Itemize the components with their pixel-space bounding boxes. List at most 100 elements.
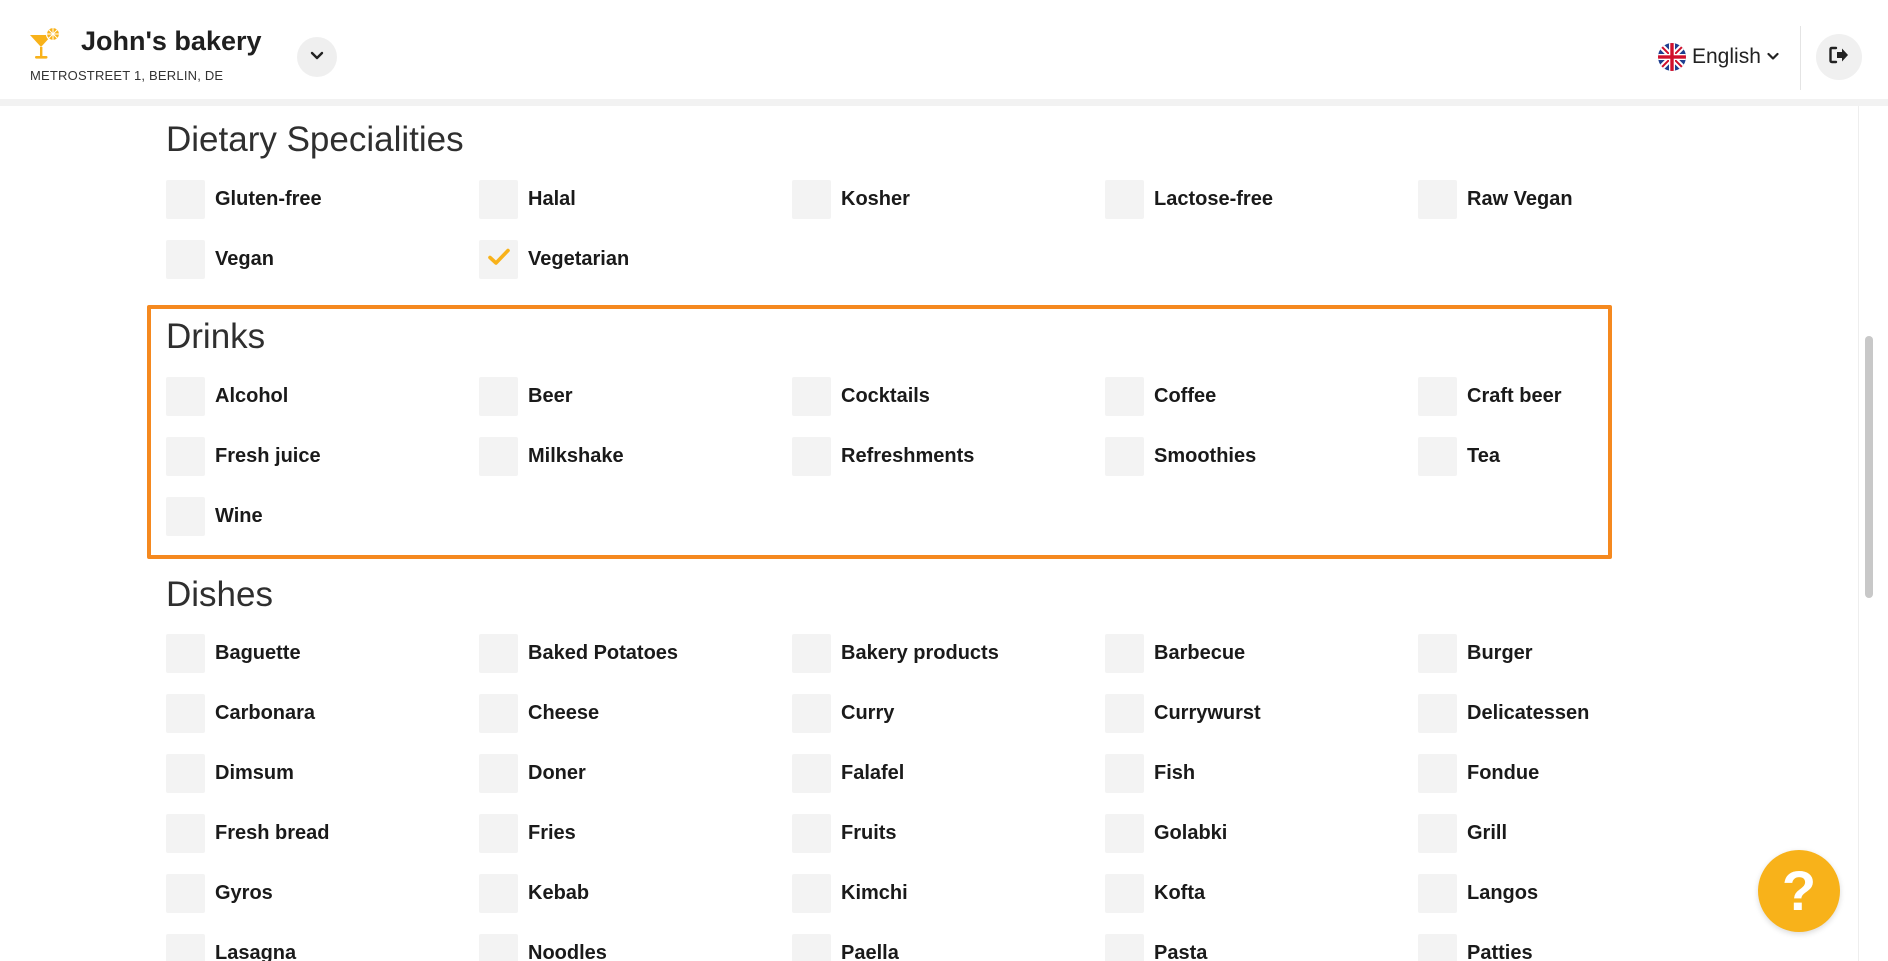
- option-baguette[interactable]: Baguette: [166, 634, 301, 673]
- language-selector[interactable]: English: [1658, 43, 1779, 71]
- logout-button[interactable]: [1816, 34, 1862, 80]
- option-noodles[interactable]: Noodles: [479, 934, 607, 961]
- option-lasagna[interactable]: Lasagna: [166, 934, 296, 961]
- option-baked-potatoes[interactable]: Baked Potatoes: [479, 634, 678, 673]
- option-fish[interactable]: Fish: [1105, 754, 1195, 793]
- option-alcohol[interactable]: Alcohol: [166, 377, 288, 416]
- option-cheese[interactable]: Cheese: [479, 694, 599, 733]
- checkbox-tea[interactable]: [1418, 437, 1457, 476]
- option-tea[interactable]: Tea: [1418, 437, 1500, 476]
- option-langos[interactable]: Langos: [1418, 874, 1538, 913]
- option-golabki[interactable]: Golabki: [1105, 814, 1227, 853]
- checkbox-coffee[interactable]: [1105, 377, 1144, 416]
- option-fruits[interactable]: Fruits: [792, 814, 897, 853]
- option-burger[interactable]: Burger: [1418, 634, 1533, 673]
- checkbox-burger[interactable]: [1418, 634, 1457, 673]
- checkbox-fish[interactable]: [1105, 754, 1144, 793]
- option-refreshments[interactable]: Refreshments: [792, 437, 974, 476]
- checkbox-raw-vegan[interactable]: [1418, 180, 1457, 219]
- option-falafel[interactable]: Falafel: [792, 754, 904, 793]
- checkbox-wine[interactable]: [166, 497, 205, 536]
- checkbox-pasta[interactable]: [1105, 934, 1144, 961]
- checkbox-kimchi[interactable]: [792, 874, 831, 913]
- checkbox-kebab[interactable]: [479, 874, 518, 913]
- option-vegetarian[interactable]: Vegetarian: [479, 240, 629, 279]
- option-beer[interactable]: Beer: [479, 377, 572, 416]
- checkbox-carbonara[interactable]: [166, 694, 205, 733]
- scrollbar-thumb[interactable]: [1865, 336, 1873, 598]
- checkbox-baguette[interactable]: [166, 634, 205, 673]
- checkbox-baked-potatoes[interactable]: [479, 634, 518, 673]
- option-fondue[interactable]: Fondue: [1418, 754, 1539, 793]
- option-paella[interactable]: Paella: [792, 934, 899, 961]
- checkbox-barbecue[interactable]: [1105, 634, 1144, 673]
- option-curry[interactable]: Curry: [792, 694, 894, 733]
- checkbox-golabki[interactable]: [1105, 814, 1144, 853]
- checkbox-falafel[interactable]: [792, 754, 831, 793]
- checkbox-gluten-free[interactable]: [166, 180, 205, 219]
- checkbox-doner[interactable]: [479, 754, 518, 793]
- checkbox-kofta[interactable]: [1105, 874, 1144, 913]
- option-wine[interactable]: Wine: [166, 497, 263, 536]
- checkbox-langos[interactable]: [1418, 874, 1457, 913]
- option-bakery-products[interactable]: Bakery products: [792, 634, 999, 673]
- option-pasta[interactable]: Pasta: [1105, 934, 1207, 961]
- checkbox-currywurst[interactable]: [1105, 694, 1144, 733]
- option-fresh-juice[interactable]: Fresh juice: [166, 437, 321, 476]
- option-dimsum[interactable]: Dimsum: [166, 754, 294, 793]
- checkbox-alcohol[interactable]: [166, 377, 205, 416]
- option-fries[interactable]: Fries: [479, 814, 576, 853]
- option-coffee[interactable]: Coffee: [1105, 377, 1216, 416]
- checkbox-cocktails[interactable]: [792, 377, 831, 416]
- checkbox-halal[interactable]: [479, 180, 518, 219]
- option-vegan[interactable]: Vegan: [166, 240, 274, 279]
- checkbox-paella[interactable]: [792, 934, 831, 961]
- option-cocktails[interactable]: Cocktails: [792, 377, 930, 416]
- checkbox-fries[interactable]: [479, 814, 518, 853]
- checkbox-refreshments[interactable]: [792, 437, 831, 476]
- checkbox-fondue[interactable]: [1418, 754, 1457, 793]
- checkbox-craft-beer[interactable]: [1418, 377, 1457, 416]
- option-smoothies[interactable]: Smoothies: [1105, 437, 1256, 476]
- checkbox-vegan[interactable]: [166, 240, 205, 279]
- checkbox-curry[interactable]: [792, 694, 831, 733]
- checkbox-beer[interactable]: [479, 377, 518, 416]
- option-currywurst[interactable]: Currywurst: [1105, 694, 1261, 733]
- checkbox-fresh-bread[interactable]: [166, 814, 205, 853]
- option-barbecue[interactable]: Barbecue: [1105, 634, 1245, 673]
- checkbox-dimsum[interactable]: [166, 754, 205, 793]
- option-lactose-free[interactable]: Lactose-free: [1105, 180, 1273, 219]
- checkbox-fruits[interactable]: [792, 814, 831, 853]
- checkbox-lasagna[interactable]: [166, 934, 205, 961]
- option-kosher[interactable]: Kosher: [792, 180, 910, 219]
- option-doner[interactable]: Doner: [479, 754, 586, 793]
- business-switch-button[interactable]: [297, 37, 337, 77]
- option-delicatessen[interactable]: Delicatessen: [1418, 694, 1589, 733]
- checkbox-bakery-products[interactable]: [792, 634, 831, 673]
- option-fresh-bread[interactable]: Fresh bread: [166, 814, 329, 853]
- checkbox-grill[interactable]: [1418, 814, 1457, 853]
- checkbox-kosher[interactable]: [792, 180, 831, 219]
- option-halal[interactable]: Halal: [479, 180, 576, 219]
- option-kofta[interactable]: Kofta: [1105, 874, 1205, 913]
- option-craft-beer[interactable]: Craft beer: [1418, 377, 1561, 416]
- checkbox-gyros[interactable]: [166, 874, 205, 913]
- checkbox-noodles[interactable]: [479, 934, 518, 961]
- checkbox-milkshake[interactable]: [479, 437, 518, 476]
- option-kebab[interactable]: Kebab: [479, 874, 589, 913]
- option-kimchi[interactable]: Kimchi: [792, 874, 908, 913]
- help-button[interactable]: ?: [1758, 850, 1840, 932]
- option-grill[interactable]: Grill: [1418, 814, 1507, 853]
- checkbox-cheese[interactable]: [479, 694, 518, 733]
- option-gyros[interactable]: Gyros: [166, 874, 273, 913]
- checkbox-fresh-juice[interactable]: [166, 437, 205, 476]
- option-milkshake[interactable]: Milkshake: [479, 437, 624, 476]
- option-carbonara[interactable]: Carbonara: [166, 694, 315, 733]
- checkbox-smoothies[interactable]: [1105, 437, 1144, 476]
- checkbox-vegetarian[interactable]: [479, 240, 518, 279]
- option-patties[interactable]: Patties: [1418, 934, 1533, 961]
- option-gluten-free[interactable]: Gluten-free: [166, 180, 322, 219]
- checkbox-patties[interactable]: [1418, 934, 1457, 961]
- page-scrollbar[interactable]: [1858, 106, 1888, 961]
- option-raw-vegan[interactable]: Raw Vegan: [1418, 180, 1573, 219]
